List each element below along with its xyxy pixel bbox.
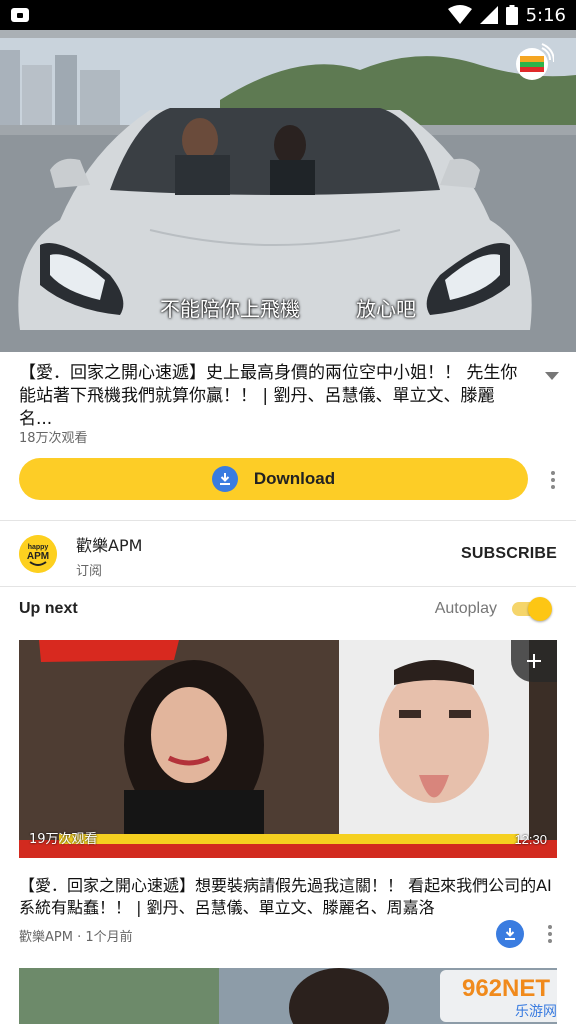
view-count: 18万次观看: [19, 431, 88, 446]
channel-name[interactable]: 歡樂APM: [76, 532, 142, 556]
chevron-down-icon[interactable]: [544, 370, 560, 382]
subtitle-right: 放心吧: [356, 297, 416, 321]
battery-icon: [505, 5, 518, 25]
video-subtitle: 不能陪你上飛機 放心吧: [0, 293, 576, 322]
wifi-icon: [447, 5, 472, 24]
watermark-sub-text: 乐游网: [515, 1004, 557, 1020]
watermark-logo: 962NET 乐游网: [440, 970, 572, 1022]
video-duration: 12:30: [514, 832, 547, 847]
status-bar: 5:16: [0, 0, 576, 30]
download-icon: [505, 928, 515, 940]
tvb-logo-icon: [516, 43, 554, 80]
watermark-main-text: 962NET: [462, 975, 550, 1002]
up-next-label: Up next: [19, 600, 78, 617]
next-video-meta: 歡樂APM · 1个月前: [19, 930, 133, 945]
avatar-text-bottom: APM: [27, 551, 49, 562]
add-to-queue-button[interactable]: [511, 640, 557, 682]
video-title: 【愛．回家之開心速遞】史上最高身價的兩位空中小姐！！ 先生你能站著下飛機我們就算…: [19, 363, 518, 429]
divider: [0, 520, 576, 521]
autoplay-label: Autoplay: [434, 600, 497, 617]
toggle-knob: [528, 597, 552, 621]
plus-icon: [527, 654, 541, 668]
download-label: Download: [253, 469, 336, 488]
subtitle-left: 不能陪你上飛機: [160, 297, 300, 321]
channel-avatar[interactable]: happy APM: [19, 535, 57, 573]
thumbnail-view-count: 19万次观看: [29, 832, 98, 847]
signal-icon: [479, 6, 498, 24]
autoplay-toggle[interactable]: [512, 597, 552, 621]
download-button[interactable]: Download: [19, 458, 528, 500]
subscribe-button[interactable]: SUBSCRIBE: [461, 545, 557, 563]
next-video-title[interactable]: 【愛．回家之開心速遞】想要裝病請假先過我這關！！ 看起來我們公司的AI系統有點蠢…: [19, 875, 554, 919]
video-title-block: 【愛．回家之開心速遞】史上最高身價的兩位空中小姐！！ 先生你能站著下飛機我們就算…: [19, 362, 524, 431]
more-vertical-icon[interactable]: [549, 470, 557, 490]
next-video-thumbnail[interactable]: 19万次观看 12:30: [19, 640, 557, 858]
channel-subscribed-label: 订阅: [76, 564, 103, 579]
next-video-download-button[interactable]: [496, 920, 524, 948]
download-icon: [211, 466, 238, 492]
thumbnail-image: [19, 640, 557, 858]
more-vertical-icon[interactable]: [546, 924, 554, 944]
video-player[interactable]: 不能陪你上飛機 放心吧: [0, 30, 576, 352]
avatar-text-top: happy: [28, 544, 49, 551]
status-time: 5:16: [525, 4, 566, 26]
divider: [0, 586, 576, 587]
notification-icon: [11, 8, 29, 22]
